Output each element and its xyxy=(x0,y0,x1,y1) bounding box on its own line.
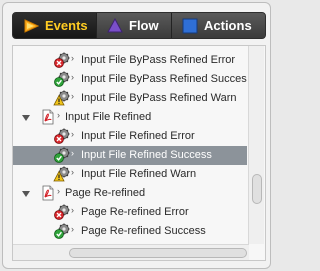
gear-success-icon xyxy=(53,223,71,239)
chevron-right-icon: › xyxy=(71,167,74,177)
horizontal-scroll-thumb[interactable] xyxy=(69,248,247,258)
tab-bar: Events Flow Actions xyxy=(12,12,266,39)
tree-event-label: Input File ByPass Refined Error xyxy=(81,54,236,66)
gear-success-icon xyxy=(53,147,71,163)
horizontal-scrollbar[interactable] xyxy=(13,244,249,260)
chevron-right-icon: › xyxy=(71,53,74,63)
tab-events[interactable]: Events xyxy=(13,13,97,38)
gear-warning-icon xyxy=(53,166,71,182)
tab-actions-label: Actions xyxy=(204,18,252,33)
tab-actions[interactable]: Actions xyxy=(172,13,265,38)
events-panel: Events Flow Actions › Input File ByPass R… xyxy=(2,2,271,269)
chevron-right-icon: › xyxy=(71,72,74,82)
gear-error-icon xyxy=(53,204,71,220)
tree-event-row[interactable]: › Input File Refined Error xyxy=(13,127,247,146)
tree-event-label: Page Re-refined Error xyxy=(81,206,189,218)
gear-error-icon xyxy=(53,128,71,144)
pdf-file-icon xyxy=(40,109,58,125)
gear-success-icon xyxy=(53,71,71,87)
event-tree[interactable]: › Input File ByPass Refined Error › Input F… xyxy=(12,45,266,261)
tree-group-label: Input File Refined xyxy=(65,111,152,123)
pdf-file-icon xyxy=(40,185,58,201)
tree-event-row[interactable]: › Input File ByPass Refined Warn xyxy=(13,89,247,108)
tree-group-label: Page Re-refined xyxy=(65,187,146,199)
tree-event-row[interactable]: › Input File Refined Warn xyxy=(13,165,247,184)
expand-arrow-icon[interactable] xyxy=(22,115,30,121)
tree-event-row[interactable]: › Input File Refined Success xyxy=(13,146,247,165)
blue-square-icon xyxy=(182,18,198,34)
tree-event-label: Input File ByPass Refined Succes xyxy=(81,73,247,85)
vertical-scroll-thumb[interactable] xyxy=(252,174,262,204)
chevron-right-icon: › xyxy=(71,205,74,215)
tree-event-row[interactable]: › Input File ByPass Refined Succes xyxy=(13,70,247,89)
chevron-right-icon: › xyxy=(71,129,74,139)
tree-event-label: Input File ByPass Refined Warn xyxy=(81,92,237,104)
tree-event-row[interactable]: › Page Re-refined Success xyxy=(13,222,247,241)
play-triangle-icon xyxy=(23,18,40,34)
chevron-right-icon: › xyxy=(57,110,60,120)
tab-events-label: Events xyxy=(45,18,88,33)
tab-flow[interactable]: Flow xyxy=(97,13,172,38)
chevron-right-icon: › xyxy=(71,148,74,158)
tree-event-label: Page Re-refined Success xyxy=(81,225,206,237)
tree-event-label: Input File Refined Error xyxy=(81,130,195,142)
tree-event-label: Input File Refined Warn xyxy=(81,168,197,180)
chevron-right-icon: › xyxy=(57,186,60,196)
tab-flow-label: Flow xyxy=(129,18,159,33)
gear-error-icon xyxy=(53,52,71,68)
expand-arrow-icon[interactable] xyxy=(22,191,30,197)
purple-triangle-icon xyxy=(107,17,123,34)
chevron-right-icon: › xyxy=(71,91,74,101)
gear-warning-icon xyxy=(53,90,71,106)
tree-group-row[interactable]: › Page Re-refined xyxy=(13,184,247,203)
chevron-right-icon: › xyxy=(71,224,74,234)
vertical-scrollbar[interactable] xyxy=(248,46,264,244)
tree-event-row[interactable]: › Page Re-refined Error xyxy=(13,203,247,222)
tree-group-row[interactable]: › Input File Refined xyxy=(13,108,247,127)
tree-event-row[interactable]: › Input File ByPass Refined Error xyxy=(13,51,247,70)
tree-event-label: Input File Refined Success xyxy=(81,149,212,161)
